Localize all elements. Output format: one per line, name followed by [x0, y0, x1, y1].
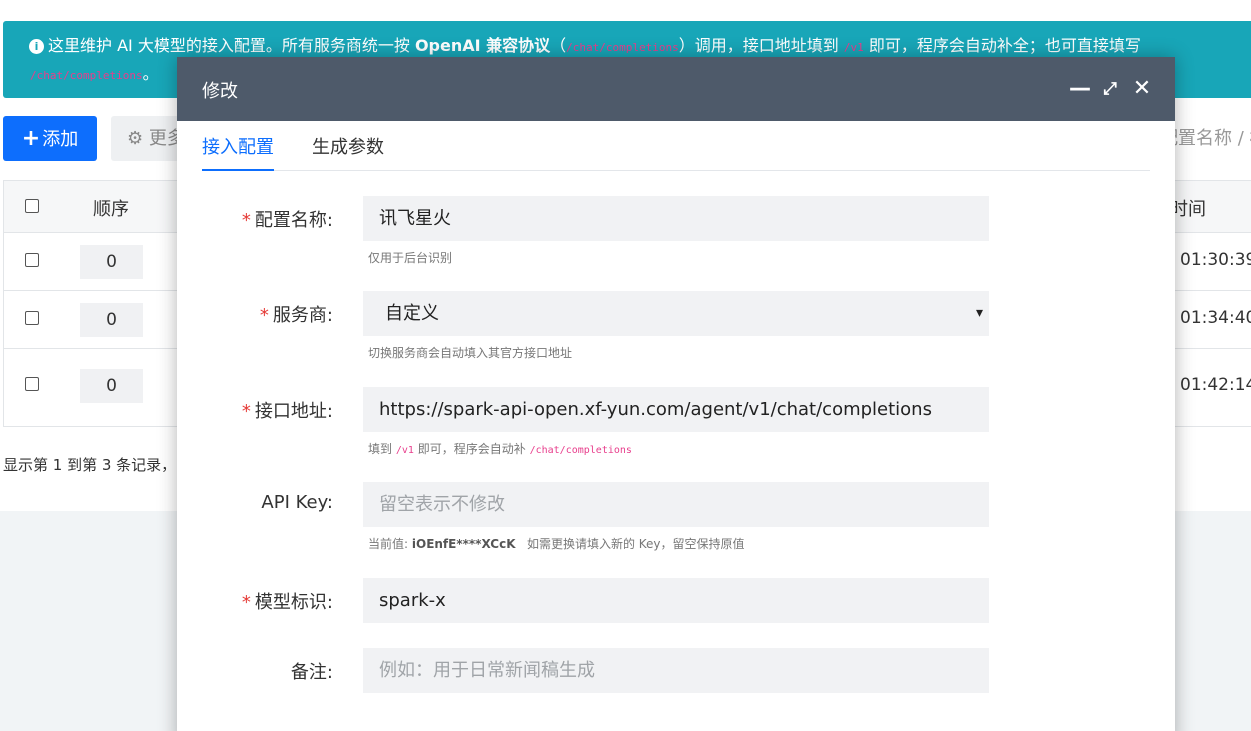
apikey-help: 当前值: iOEnfE****XCcK 如需更换请填入新的 Key，留空保持原值 — [368, 537, 745, 551]
gear-icon: ⚙ — [127, 128, 144, 149]
field-label-endpoint: * 接口地址: — [241, 401, 333, 422]
row-time: 01:30:39 — [1180, 250, 1251, 270]
field-label-provider: * 服务商: — [259, 305, 333, 326]
modal-header[interactable]: 修改 — ⤢ ✕ — [177, 57, 1175, 121]
row-checkbox[interactable] — [25, 253, 39, 267]
column-header-time[interactable]: 时间 — [1170, 195, 1206, 221]
close-icon[interactable]: ✕ — [1129, 74, 1155, 104]
field-label-remark: 备注: — [290, 662, 333, 683]
row-checkbox[interactable] — [25, 377, 39, 391]
field-label-apikey: API Key: — [261, 492, 333, 513]
edit-modal: 修改 — ⤢ ✕ 接入配置 生成参数 * 配置名称: 讯飞星火 仅用于后台识别 *… — [177, 57, 1175, 731]
tab-generation-params[interactable]: 生成参数 — [312, 133, 384, 169]
provider-select[interactable]: 自定义 ▾ — [363, 291, 989, 336]
config-name-help: 仅用于后台识别 — [368, 251, 453, 265]
chevron-down-icon: ▾ — [975, 305, 983, 321]
column-header-order[interactable]: 顺序 — [93, 195, 129, 221]
row-time: 01:42:14 — [1180, 375, 1251, 395]
modal-title: 修改 — [202, 81, 238, 102]
alert-code-path-2: /chat/completions — [30, 69, 143, 82]
order-input[interactable]: 0 — [80, 303, 143, 337]
row-checkbox[interactable] — [25, 311, 39, 325]
tab-access-config[interactable]: 接入配置 — [202, 133, 274, 171]
order-input[interactable]: 0 — [80, 369, 143, 403]
apikey-input[interactable]: 留空表示不修改 — [363, 482, 989, 527]
plus-icon: + — [21, 126, 41, 151]
model-id-input[interactable]: spark-x — [363, 578, 989, 623]
endpoint-input[interactable]: https://spark-api-open.xf-yun.com/agent/… — [363, 387, 989, 432]
minimize-icon[interactable]: — — [1067, 74, 1093, 104]
select-all-checkbox[interactable] — [25, 199, 39, 213]
alert-protocol-name: OpenAI 兼容协议 — [414, 36, 551, 55]
maximize-icon[interactable]: ⤢ — [1097, 74, 1123, 104]
field-label-name: * 配置名称: — [241, 210, 333, 231]
order-input[interactable]: 0 — [80, 245, 143, 279]
endpoint-help: 填到 /v1 即可，程序会自动补 /chat/completions — [368, 442, 632, 456]
info-circle-icon: i — [29, 39, 44, 54]
add-button[interactable]: + 添加 — [3, 116, 97, 161]
modal-tabs: 接入配置 生成参数 — [202, 123, 1150, 171]
remark-input[interactable]: 例如：用于日常新闻稿生成 — [363, 648, 989, 693]
alert-code-path: /chat/completions — [566, 41, 679, 54]
field-label-model: * 模型标识: — [241, 592, 333, 613]
alert-code-v1: /v1 — [843, 41, 864, 54]
pagination-info: 显示第 1 到第 3 条记录， — [3, 456, 177, 474]
config-name-input[interactable]: 讯飞星火 — [363, 196, 989, 241]
provider-help: 切换服务商会自动填入其官方接口地址 — [368, 346, 573, 360]
row-time: 01:34:40 — [1180, 308, 1251, 328]
